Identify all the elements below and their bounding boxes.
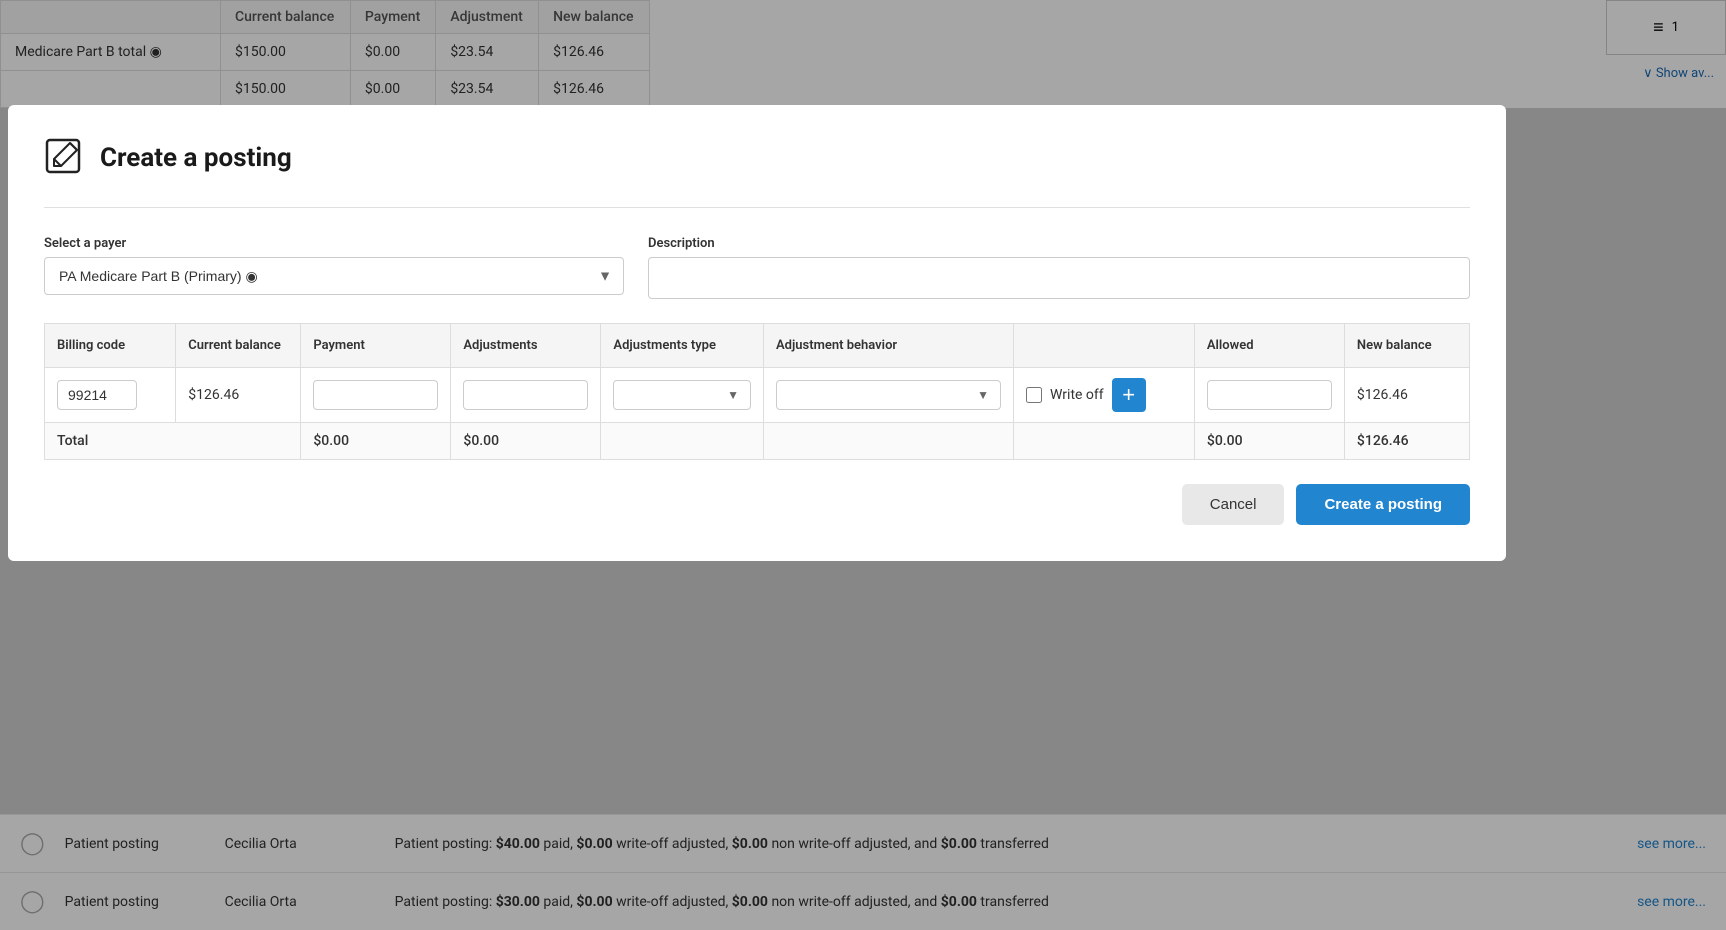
add-row-button[interactable]: + (1112, 378, 1146, 412)
adj-behavior-select[interactable] (776, 380, 1001, 410)
total-payment: $0.00 (301, 423, 451, 460)
th-writeoff-spacer (1014, 324, 1195, 368)
total-allowed: $0.00 (1194, 423, 1344, 460)
th-new-balance: New balance (1344, 324, 1469, 368)
payer-label: Select a payer (44, 236, 624, 251)
create-posting-button[interactable]: Create a posting (1296, 484, 1470, 525)
allowed-cell (1194, 368, 1344, 423)
adjustment-input[interactable] (463, 380, 588, 410)
adj-type-cell: ▼ (601, 368, 764, 423)
cancel-button[interactable]: Cancel (1182, 484, 1285, 525)
total-adj-beh-empty (763, 423, 1013, 460)
total-writeoff-empty (1014, 423, 1195, 460)
payment-cell (301, 368, 451, 423)
th-adjustment-behavior: Adjustment behavior (763, 324, 1013, 368)
current-balance-cell: $126.46 (176, 368, 301, 423)
modal-title: Create a posting (100, 143, 292, 173)
adj-type-select-wrapper: ▼ (613, 380, 751, 410)
adj-type-select[interactable] (613, 380, 751, 410)
description-group: Description (648, 236, 1470, 299)
modal-header: Create a posting (44, 137, 1470, 179)
th-billing-code: Billing code (45, 324, 176, 368)
new-balance-value: $126.46 (1357, 387, 1408, 403)
th-allowed: Allowed (1194, 324, 1344, 368)
payment-input[interactable] (313, 380, 438, 410)
th-adjustments-type: Adjustments type (601, 324, 764, 368)
writeoff-checkbox[interactable] (1026, 387, 1042, 403)
new-balance-cell: $126.46 (1344, 368, 1469, 423)
adj-behavior-select-wrapper: ▼ (776, 380, 1001, 410)
current-balance-value: $126.46 (188, 387, 239, 403)
writeoff-container: Write off + (1026, 378, 1182, 412)
allowed-input[interactable] (1207, 380, 1332, 410)
form-row: Select a payer PA Medicare Part B (Prima… (44, 236, 1470, 299)
description-label: Description (648, 236, 1470, 251)
total-new-balance: $126.46 (1344, 423, 1469, 460)
total-adjustments: $0.00 (451, 423, 601, 460)
create-posting-modal: Create a posting Select a payer PA Medic… (8, 105, 1506, 561)
th-payment: Payment (301, 324, 451, 368)
total-row: Total $0.00 $0.00 $0.00 $126.46 (45, 423, 1470, 460)
writeoff-label: Write off (1050, 387, 1104, 403)
description-input[interactable] (648, 257, 1470, 299)
total-adj-type-empty (601, 423, 764, 460)
adj-behavior-cell: ▼ (763, 368, 1013, 423)
billing-code-cell (45, 368, 176, 423)
billing-code-input[interactable] (57, 380, 137, 410)
payer-select-wrapper: PA Medicare Part B (Primary) ◉ ▼ (44, 257, 624, 295)
total-label: Total (45, 423, 301, 460)
writeoff-cell: Write off + (1014, 368, 1195, 423)
payer-select[interactable]: PA Medicare Part B (Primary) ◉ (44, 257, 624, 295)
table-row: $126.46 ▼ (45, 368, 1470, 423)
th-adjustments: Adjustments (451, 324, 601, 368)
payer-group: Select a payer PA Medicare Part B (Prima… (44, 236, 624, 295)
modal-footer: Cancel Create a posting (44, 484, 1470, 525)
modal-divider (44, 207, 1470, 208)
edit-icon (44, 137, 86, 179)
posting-table: Billing code Current balance Payment Adj… (44, 323, 1470, 460)
th-current-balance: Current balance (176, 324, 301, 368)
adjustment-cell (451, 368, 601, 423)
